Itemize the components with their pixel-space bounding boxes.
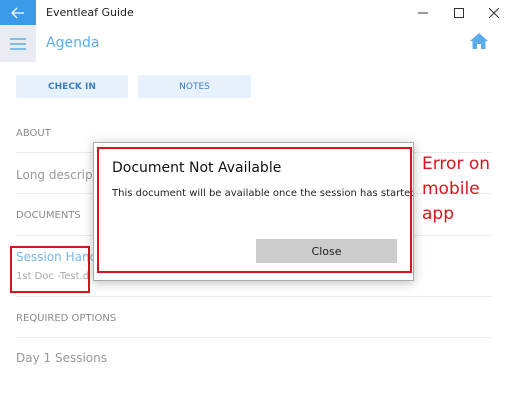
app-header: Agenda [0, 25, 512, 62]
minimize-icon [418, 12, 428, 13]
hamburger-menu-icon [10, 37, 26, 50]
annotation-line: app [422, 204, 454, 224]
day-sessions-item[interactable]: Day 1 Sessions [16, 351, 107, 365]
annotation-line: Error on [422, 154, 491, 174]
about-label: ABOUT [16, 128, 51, 139]
maximize-icon [454, 7, 464, 18]
back-button[interactable] [0, 0, 36, 25]
tab-notes[interactable]: NOTES [138, 75, 251, 98]
required-options-label: REQUIRED OPTIONS [16, 313, 117, 324]
close-window-button[interactable] [476, 0, 512, 25]
title-bar: Eventleaf Guide [0, 0, 512, 25]
home-icon [470, 33, 488, 49]
documents-label: DOCUMENTS [16, 210, 81, 221]
home-button[interactable] [470, 33, 492, 53]
annotation-highlight-document [10, 246, 90, 293]
divider [16, 337, 492, 338]
minimize-button[interactable] [405, 0, 441, 25]
annotation-highlight-dialog [97, 147, 412, 273]
page-title: Agenda [46, 35, 100, 51]
divider [16, 296, 492, 297]
annotation-note: Error on mobile app [422, 152, 510, 227]
about-description: Long descripti [16, 168, 101, 182]
close-icon [489, 7, 499, 18]
maximize-button[interactable] [441, 0, 477, 25]
tab-check-in[interactable]: CHECK IN [16, 75, 128, 98]
annotation-line: mobile [422, 179, 480, 199]
arrow-left-icon [11, 7, 24, 18]
app-title: Eventleaf Guide [46, 6, 134, 19]
menu-button[interactable] [0, 25, 36, 62]
